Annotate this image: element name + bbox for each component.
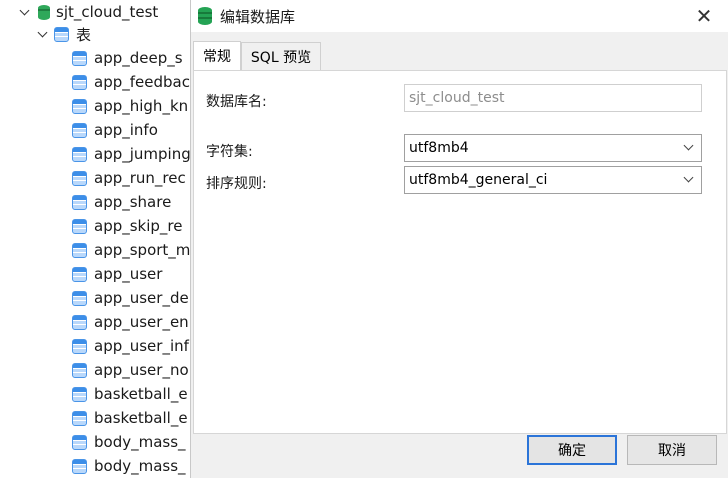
database-icon [38,4,50,20]
close-icon: ✕ [695,4,713,28]
table-icon [72,410,87,426]
tree-node-label: sjt_cloud_test [56,3,159,21]
tree-node-label: body_mass_ [94,433,186,451]
table-icon [72,266,87,282]
db-name-value: sjt_cloud_test [409,90,505,106]
table-icon [72,122,87,138]
tree-node-table[interactable]: app_user_no [72,358,189,382]
tree-node-label: app_user_de [94,289,189,307]
dialog-title: 编辑数据库 [220,7,296,26]
table-icon [72,146,87,162]
table-icon [72,218,87,234]
tree-node-table[interactable]: app_user [72,262,162,286]
tree-node-table[interactable]: app_skip_re [72,214,183,238]
tree-node-label: basketball_e [94,385,188,403]
table-icon [72,50,87,66]
tab-sql-preview[interactable]: SQL 预览 [241,42,321,70]
table-icon [72,338,87,354]
tree-node-label: app_share [94,193,172,211]
tree-node-label: app_user_no [94,361,189,379]
db-name-field: sjt_cloud_test [404,84,702,112]
table-icon [72,386,87,402]
chevron-down-icon [683,172,694,183]
charset-select[interactable]: utf8mb4 [404,134,702,162]
tree-node-table[interactable]: app_feedbac [72,70,190,94]
tab-label: 常规 [203,49,231,65]
collation-label: 排序规则: [206,176,267,192]
tree-node-tables-group[interactable]: 表 [36,22,91,46]
tree-node-table[interactable]: app_user_de [72,286,189,310]
tree-node-label: 表 [76,25,92,44]
tree-node-table[interactable]: app_info [72,118,158,142]
table-icon [72,98,87,114]
table-icon [72,434,87,450]
tree-node-table[interactable]: body_mass_ [72,430,186,454]
tree-node-label: app_high_kn [94,97,189,115]
object-tree: sjt_cloud_test 表 app_deep_s app_feedbacap… [0,0,190,478]
tree-node-table[interactable]: app_jumping [72,142,190,166]
tab-label: SQL 预览 [250,49,312,66]
tab-general[interactable]: 常规 [193,41,241,70]
edit-database-dialog: 编辑数据库 ✕ 常规 SQL 预览 数据库名: sjt_cloud_test 字… [190,0,728,478]
tree-node-label: app_run_rec [94,169,186,187]
cancel-button[interactable]: 取消 [627,435,717,465]
tree-node-label: app_deep_s [94,49,183,67]
tree-node-table[interactable]: app_deep_s [72,46,183,70]
tree-node-label: app_skip_re [94,217,183,235]
chevron-down-icon[interactable] [36,27,50,41]
cancel-button-label: 取消 [658,443,686,459]
ok-button[interactable]: 确定 [527,435,617,465]
tree-node-table[interactable]: app_user_en [72,310,189,334]
tree-node-label: app_user_inf [94,337,189,355]
tree-node-table[interactable]: basketball_e [72,382,188,406]
tree-node-label: app_user_en [94,313,189,331]
tree-node-table[interactable]: app_sport_m [72,238,190,262]
database-icon [198,7,212,25]
table-icon [72,362,87,378]
table-icon [72,170,87,186]
tree-node-table[interactable]: app_user_inf [72,334,189,358]
collation-select[interactable]: utf8mb4_general_ci [404,166,702,194]
ok-button-label: 确定 [558,443,586,459]
table-icon [72,290,87,306]
tree-node-table[interactable]: body_mass_ [72,454,186,478]
tree-node-label: basketball_e [94,409,188,427]
table-icon [72,314,87,330]
dialog-titlebar[interactable]: 编辑数据库 ✕ [191,0,728,32]
tree-node-table[interactable]: app_share [72,190,171,214]
tree-node-table[interactable]: app_run_rec [72,166,186,190]
general-panel: 数据库名: sjt_cloud_test 字符集: utf8mb4 排序规则: … [193,70,727,434]
tree-node-table[interactable]: app_high_kn [72,94,188,118]
tree-node-label: app_user [94,265,163,283]
tree-node-label: app_feedbac [94,73,190,91]
tree-node-label: app_info [94,121,158,139]
table-icon [72,242,87,258]
tree-node-label: app_sport_m [94,241,190,259]
table-group-icon [54,26,69,42]
table-icon [72,458,87,474]
tree-node-label: app_jumping [94,145,190,163]
table-icon [72,74,87,90]
charset-label: 字符集: [206,144,253,160]
chevron-down-icon [683,140,694,151]
tree-node-label: body_mass_ [94,457,186,475]
chevron-down-icon[interactable] [18,5,32,19]
tree-node-table[interactable]: basketball_e [72,406,188,430]
tree-node-database[interactable]: sjt_cloud_test [18,0,158,24]
charset-value: utf8mb4 [409,140,469,156]
collation-value: utf8mb4_general_ci [409,172,548,188]
table-icon [72,194,87,210]
close-button[interactable]: ✕ [686,2,722,30]
db-name-label: 数据库名: [206,94,267,110]
